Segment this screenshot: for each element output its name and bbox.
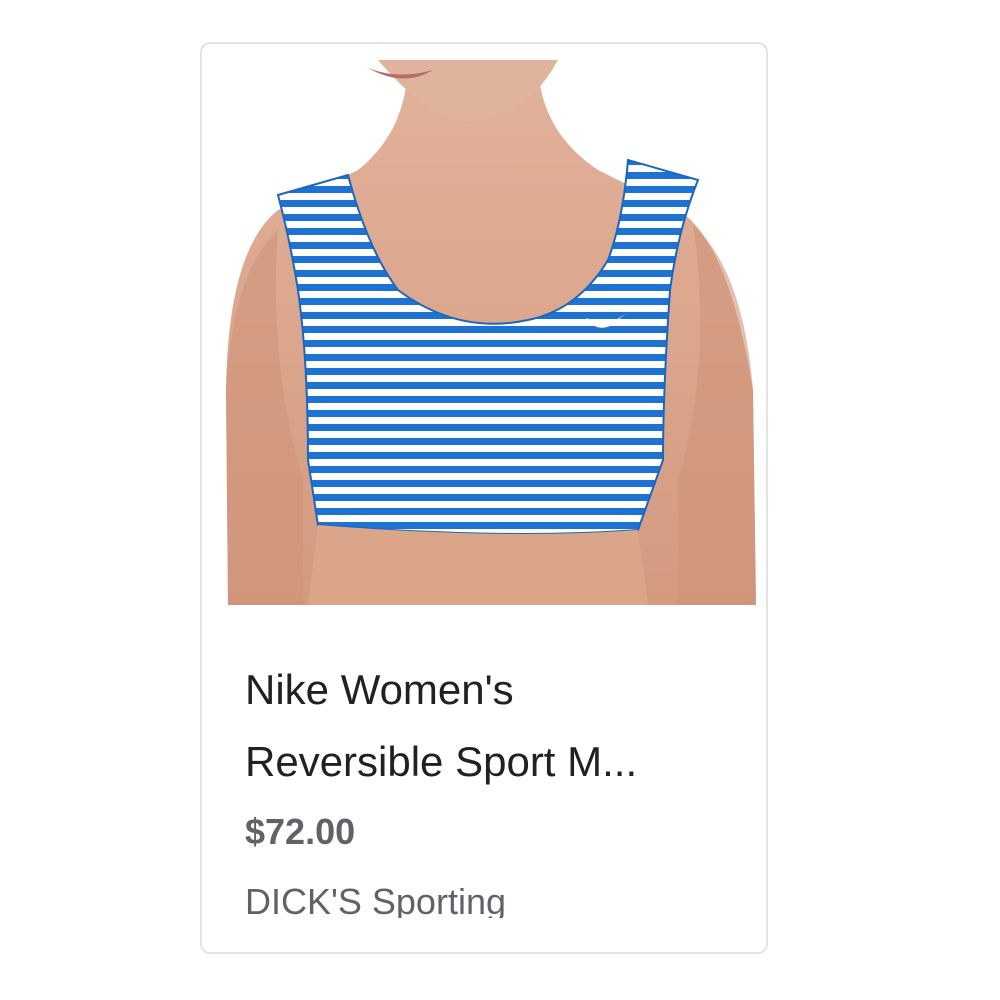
product-price: $72.00 (245, 811, 356, 852)
product-title-line-1: Nike Women's (245, 666, 514, 713)
product-card[interactable]: Nike Women's Reversible Sport M... $72.0… (200, 42, 768, 954)
seller-name: DICK'S Sporting (245, 881, 506, 918)
product-title-line-2: Reversible Sport M... (245, 738, 638, 785)
product-title[interactable]: Nike Women's Reversible Sport M... (245, 654, 735, 798)
product-image[interactable] (208, 60, 766, 605)
